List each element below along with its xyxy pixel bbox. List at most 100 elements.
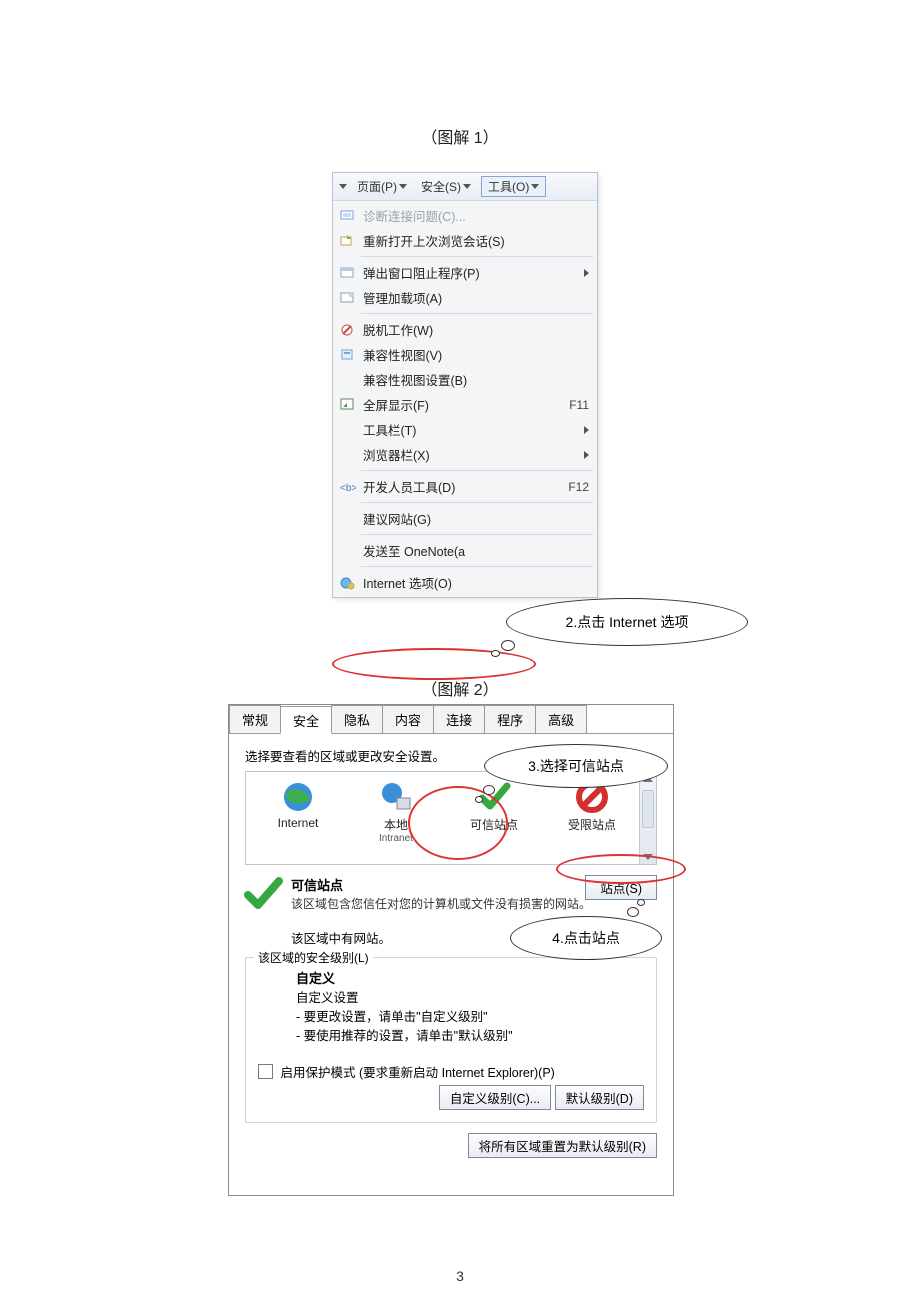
sites-button[interactable]: 站点(S) [585, 875, 657, 900]
toolbar-tools-label: 工具(O) [488, 178, 529, 195]
zone-local-intranet[interactable]: 本地 Intranet [360, 780, 432, 844]
callout-step-2: 2.点击 Internet 选项 [506, 598, 748, 646]
tab-advanced[interactable]: 高级 [535, 705, 587, 733]
tools-menu-screenshot: 页面(P) 安全(S) 工具(O) 诊断连接问题(C)... [332, 172, 598, 598]
menu-suggested-sites[interactable]: 建议网站(G) [333, 506, 597, 531]
offline-icon [339, 322, 357, 338]
zone-label: Internet [262, 816, 334, 830]
intranet-icon [379, 780, 413, 814]
blank-icon [339, 422, 357, 438]
security-level-group: 该区域的安全级别(L) 自定义 自定义设置 - 要更改设置，请单击"自定义级别"… [245, 957, 657, 1123]
menu-toolbars[interactable]: 工具栏(T) [333, 417, 597, 442]
caption-fig1: （图解 1） [0, 124, 920, 148]
menu-label: 建议网站(G) [363, 509, 589, 528]
security-level-legend: 该区域的安全级别(L) [254, 949, 373, 966]
chevron-down-icon [463, 184, 471, 189]
menu-label: 兼容性视图(V) [363, 345, 589, 364]
tab-programs[interactable]: 程序 [484, 705, 536, 733]
menu-compat-view[interactable]: 兼容性视图(V) [333, 342, 597, 367]
zone-label: 本地 [360, 816, 432, 833]
callout-text: 3.选择可信站点 [528, 756, 624, 776]
zone-label: 可信站点 [458, 816, 530, 833]
menu-label: 发送至 OneNote(a [363, 541, 589, 560]
page-number: 3 [0, 1268, 920, 1284]
menu-label: 开发人员工具(D) [363, 477, 559, 496]
toolbar-safety-label: 安全(S) [421, 178, 461, 195]
menu-fullscreen[interactable]: 全屏显示(F) F11 [333, 392, 597, 417]
toolbar-page-label: 页面(P) [357, 178, 397, 195]
menu-explorer-bars[interactable]: 浏览器栏(X) [333, 442, 597, 467]
reopen-session-icon [339, 233, 357, 249]
menu-reopen-session[interactable]: 重新打开上次浏览会话(S) [333, 228, 597, 253]
chevron-down-icon [399, 184, 407, 189]
menu-send-to-onenote[interactable]: 发送至 OneNote(a [333, 538, 597, 563]
internet-options-icon [339, 575, 357, 591]
ie-toolbar: 页面(P) 安全(S) 工具(O) [333, 173, 597, 201]
menu-label: 管理加载项(A) [363, 288, 589, 307]
blank-icon [339, 447, 357, 463]
check-icon [243, 873, 283, 913]
menu-label: 兼容性视图设置(B) [363, 370, 589, 389]
menu-internet-options[interactable]: Internet 选项(O) [333, 570, 597, 595]
chevron-right-icon [584, 426, 589, 434]
chevron-down-icon [339, 184, 347, 189]
reset-all-zones-button[interactable]: 将所有区域重置为默认级别(R) [468, 1133, 657, 1158]
blank-icon [339, 543, 357, 559]
zone-internet[interactable]: Internet [262, 780, 334, 844]
tab-privacy[interactable]: 隐私 [331, 705, 383, 733]
caption-fig2: （图解 2） [0, 676, 920, 700]
fullscreen-icon [339, 397, 357, 413]
custom-level-button[interactable]: 自定义级别(C)... [439, 1085, 551, 1110]
menu-label: 工具栏(T) [363, 420, 559, 439]
menu-shortcut: F12 [559, 480, 589, 494]
menu-diagnose[interactable]: 诊断连接问题(C)... [333, 203, 597, 228]
menu-dev-tools[interactable]: <b> 开发人员工具(D) F12 [333, 474, 597, 499]
toolbar-page[interactable]: 页面(P) [353, 176, 411, 197]
tools-menu-dropdown: 诊断连接问题(C)... 重新打开上次浏览会话(S) 弹出窗口阻止程序(P) [333, 201, 597, 597]
custom-subtitle: 自定义设置 [296, 987, 644, 1006]
network-diagnose-icon [339, 208, 357, 224]
zone-label: 受限站点 [556, 816, 628, 833]
chevron-right-icon [584, 451, 589, 459]
menu-label: 诊断连接问题(C)... [363, 206, 589, 225]
checkbox-icon [258, 1064, 273, 1079]
compat-view-icon [339, 347, 357, 363]
menu-label: 重新打开上次浏览会话(S) [363, 231, 589, 250]
menu-label: Internet 选项(O) [363, 573, 589, 592]
blank-icon [339, 372, 357, 388]
chevron-down-icon [531, 184, 539, 189]
chevron-right-icon [584, 269, 589, 277]
menu-shortcut: F11 [559, 398, 589, 412]
custom-title: 自定义 [296, 968, 644, 987]
dialog-tabs: 常规 安全 隐私 内容 连接 程序 高级 [229, 705, 673, 734]
zone-sublabel: Intranet [360, 833, 432, 844]
tab-general[interactable]: 常规 [229, 705, 281, 733]
tab-security[interactable]: 安全 [280, 706, 332, 734]
protected-mode-checkbox[interactable]: 启用保护模式 (要求重新启动 Internet Explorer)(P) [258, 1066, 555, 1080]
dev-tools-icon: <b> [339, 479, 357, 495]
tab-content[interactable]: 内容 [382, 705, 434, 733]
menu-label: 全屏显示(F) [363, 395, 559, 414]
custom-line2: - 要使用推荐的设置，请单击"默认级别" [296, 1025, 644, 1044]
zone-scrollbar[interactable] [639, 772, 656, 864]
callout-text: 2.点击 Internet 选项 [566, 612, 689, 632]
callout-text: 4.点击站点 [552, 928, 620, 948]
callout-step-3: 3.选择可信站点 [484, 744, 668, 788]
protected-mode-label: 启用保护模式 (要求重新启动 Internet Explorer)(P) [280, 1066, 554, 1080]
toolbar-tools[interactable]: 工具(O) [481, 176, 546, 197]
menu-manage-addons[interactable]: 管理加载项(A) [333, 285, 597, 310]
menu-popup-blocker[interactable]: 弹出窗口阻止程序(P) [333, 260, 597, 285]
blank-icon [339, 511, 357, 527]
default-level-button[interactable]: 默认级别(D) [555, 1085, 644, 1110]
toolbar-safety[interactable]: 安全(S) [417, 176, 475, 197]
popup-blocker-icon [339, 265, 357, 281]
svg-text:<b>: <b> [340, 483, 356, 494]
callout-step-4: 4.点击站点 [510, 916, 662, 960]
addons-icon [339, 290, 357, 306]
zone-restricted-sites[interactable]: 受限站点 [556, 780, 628, 844]
menu-compat-settings[interactable]: 兼容性视图设置(B) [333, 367, 597, 392]
custom-line1: - 要更改设置，请单击"自定义级别" [296, 1006, 644, 1025]
menu-work-offline[interactable]: 脱机工作(W) [333, 317, 597, 342]
tab-connections[interactable]: 连接 [433, 705, 485, 733]
menu-label: 弹出窗口阻止程序(P) [363, 263, 559, 282]
